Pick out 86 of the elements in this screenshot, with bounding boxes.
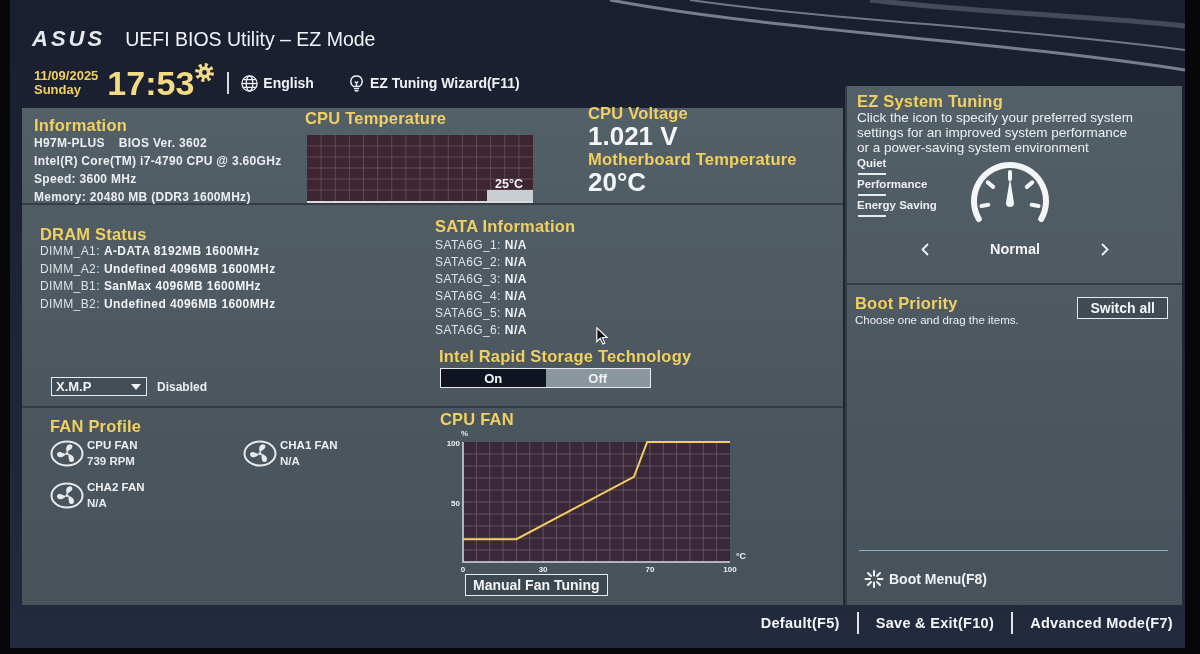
mouse-pointer-icon [596, 327, 608, 345]
sata-port-label: SATA6G_6: [435, 322, 501, 339]
section-title: Intel Rapid Storage Technology [439, 347, 693, 365]
chevron-left-icon[interactable] [921, 242, 929, 256]
sata-port-value: N/A [504, 305, 527, 322]
section-title: EZ System Tuning [857, 92, 1004, 110]
chevron-right-icon[interactable] [1101, 242, 1109, 256]
bios-version: BIOS Ver. 3602 [118, 135, 207, 152]
dimm-module-info: A-DATA 8192MB 1600MHz [103, 243, 260, 260]
clock-time: 17:53 [107, 65, 195, 101]
fan-speed: 739 RPM [87, 454, 136, 469]
section-title: FAN Profile [50, 417, 143, 435]
footer-button[interactable]: Save & Exit(F10) [875, 614, 995, 631]
fan-icon [50, 440, 84, 467]
window-title: UEFI BIOS Utility – EZ Mode [125, 27, 376, 51]
profile-option[interactable]: Performance [857, 178, 928, 191]
section-title: CPU Voltage [588, 104, 689, 122]
current-profile: Normal [990, 241, 1040, 257]
sata-port-value: N/A [504, 271, 527, 288]
boot-priority-hint: Choose one and drag the items. [855, 314, 1019, 326]
sata-port-value: N/A [504, 288, 527, 305]
sata-port-value: N/A [504, 237, 527, 254]
section-title: DRAM Status [40, 225, 148, 243]
fan-name: CHA2 FAN [87, 480, 145, 495]
sata-port-label: SATA6G_1: [435, 237, 501, 254]
axis-label: % [461, 429, 469, 438]
dimm-module-info: Undefined 4096MB 1600MHz [103, 260, 276, 278]
dimm-slot-label: DIMM_B1: [40, 278, 100, 296]
dimm-module-info: Undefined 4096MB 1600MHz [103, 295, 276, 313]
axis-label: °C [736, 551, 747, 561]
info-text: Intel(R) Core(TM) i7-4790 CPU @ 3.60GHz [34, 153, 283, 170]
info-text: Memory: 20480 MB (DDR3 1600MHz) [34, 189, 252, 206]
weekday-text: Sunday [34, 83, 82, 97]
fan-name: CPU FAN [87, 438, 138, 453]
axis-tick-label: 100 [723, 565, 737, 574]
dimm-slot-label: DIMM_B2: [40, 295, 100, 313]
fan-speed: N/A [87, 496, 108, 511]
switch-all-button[interactable]: Switch all [1077, 297, 1168, 319]
footer-button[interactable]: Default(F5) [760, 614, 840, 631]
toggle-option[interactable]: On [441, 369, 546, 387]
section-title: CPU Temperature [305, 109, 448, 127]
fan-name: CHA1 FAN [280, 438, 338, 453]
sata-port-label: SATA6G_5: [435, 305, 501, 322]
dimm-module-info: SanMax 4096MB 1600MHz [103, 278, 262, 296]
brand-logo: ASUS [32, 26, 106, 52]
fan-icon [50, 482, 84, 509]
sata-port-label: SATA6G_2: [435, 254, 501, 271]
caret-icon [131, 383, 141, 390]
sata-port-label: SATA6G_3: [435, 271, 501, 288]
lightbulb-icon [347, 74, 365, 92]
sata-port-label: SATA6G_4: [435, 288, 501, 305]
section-title: SATA Information [435, 217, 577, 235]
sata-port-value: N/A [504, 322, 527, 339]
section-title: Motherboard Temperature [588, 150, 798, 168]
xmp-status: Disabled [157, 379, 207, 394]
settings-icon[interactable] [194, 62, 216, 83]
voltage-value: 1.021 V [588, 122, 678, 150]
globe-icon [241, 74, 259, 92]
axis-tick-label: 0 [460, 565, 466, 574]
tuning-wizard-button[interactable]: EZ Tuning Wizard(F11) [347, 74, 520, 92]
fan-icon [243, 440, 277, 467]
axis-tick-label: 70 [645, 565, 655, 574]
profile-option[interactable]: Energy Saving [857, 199, 937, 212]
axis-tick-label: 50 [451, 498, 460, 508]
fan-speed: N/A [280, 454, 301, 469]
dimm-slot-label: DIMM_A2: [40, 260, 100, 278]
sata-port-value: N/A [504, 254, 527, 271]
info-text: Speed: 3600 MHz [34, 171, 138, 188]
board-model: H97M-PLUS [34, 135, 105, 152]
language-button[interactable]: English [241, 74, 314, 92]
axis-tick-label: 30 [538, 565, 548, 574]
section-title: Boot Priority [855, 294, 959, 312]
manual-fan-tuning-button[interactable]: Manual Fan Tuning [465, 574, 608, 596]
temperature-reading: 25°C [495, 177, 523, 191]
sparkle-icon [864, 570, 884, 588]
axis-tick-label: 100 [446, 438, 460, 448]
date-text: 11/09/2025 [34, 69, 99, 83]
footer-button[interactable]: Advanced Mode(F7) [1030, 614, 1173, 631]
xmp-dropdown[interactable]: X.M.P [51, 377, 147, 396]
section-title: Information [34, 116, 128, 134]
tuning-description: Click the icon to specify your preferred system settings for an improved system performance or a power-saving system environment [857, 110, 1135, 155]
chart-title: CPU FAN [440, 410, 515, 428]
profile-option[interactable]: Quiet [857, 157, 887, 170]
temperature-value: 20°C [588, 168, 648, 196]
boot-menu-button[interactable]: Boot Menu(F8) [864, 570, 987, 588]
dimm-slot-label: DIMM_A1: [40, 243, 100, 260]
